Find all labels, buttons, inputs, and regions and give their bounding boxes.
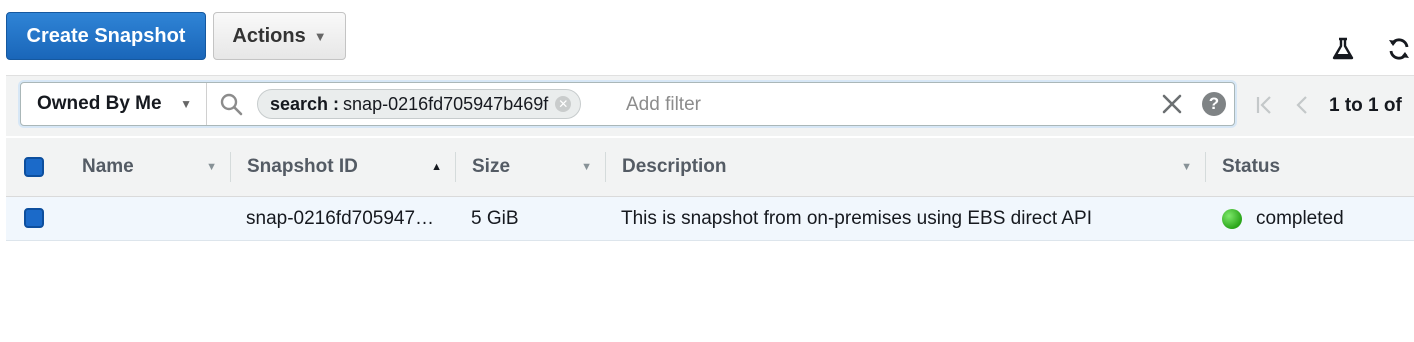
column-label: Status bbox=[1222, 156, 1281, 177]
cell-description: This is snapshot from on-premises using … bbox=[621, 207, 1092, 229]
token-value: snap-0216fd705947b469f bbox=[343, 93, 549, 114]
column-label: Description bbox=[622, 156, 727, 177]
search-icon bbox=[220, 93, 243, 116]
refresh-icon[interactable] bbox=[1386, 36, 1412, 62]
flask-icon[interactable] bbox=[1330, 36, 1356, 62]
chevron-down-icon: ▼ bbox=[313, 28, 327, 44]
chevron-down-icon: ▼ bbox=[180, 97, 192, 111]
table-row[interactable]: snap-0216fd705947… 5 GiB This is snapsho… bbox=[6, 197, 1414, 241]
owner-filter-dropdown[interactable]: Owned By Me ▼ bbox=[21, 83, 207, 125]
create-snapshot-button[interactable]: Create Snapshot bbox=[6, 12, 206, 60]
token-key: search : bbox=[270, 93, 340, 114]
column-header-size[interactable]: Size ▼ bbox=[456, 138, 606, 196]
sort-down-icon: ▼ bbox=[581, 161, 592, 173]
actions-dropdown-button[interactable]: Actions ▼ bbox=[213, 12, 346, 60]
column-header-name[interactable]: Name ▼ bbox=[66, 138, 231, 196]
status-completed-icon bbox=[1222, 208, 1242, 229]
row-checkbox[interactable] bbox=[24, 208, 44, 228]
remove-token-icon[interactable]: ✕ bbox=[555, 96, 572, 112]
sort-down-icon: ▼ bbox=[1181, 161, 1192, 173]
cell-status: completed bbox=[1222, 197, 1412, 240]
select-all-checkbox[interactable] bbox=[24, 157, 44, 177]
table-header: Name ▼ Snapshot ID ▲ Size ▼ Description … bbox=[6, 138, 1414, 197]
sort-down-icon: ▼ bbox=[206, 161, 217, 173]
cell-snapshot-id: snap-0216fd705947… bbox=[246, 207, 435, 229]
previous-page-icon[interactable] bbox=[1292, 95, 1312, 115]
search-filter-token[interactable]: search : snap-0216fd705947b469f ✕ bbox=[257, 89, 582, 119]
column-header-description[interactable]: Description ▼ bbox=[606, 138, 1206, 196]
actions-label: Actions bbox=[232, 24, 306, 47]
column-label: Name bbox=[82, 156, 134, 177]
column-label: Snapshot ID bbox=[247, 156, 358, 177]
cell-size: 5 GiB bbox=[471, 207, 519, 229]
cell-name bbox=[82, 197, 232, 240]
pagination-text: 1 to 1 of bbox=[1329, 95, 1402, 116]
filter-box: Owned By Me ▼ search : snap-0216fd705947… bbox=[20, 82, 1235, 126]
owner-filter-label: Owned By Me bbox=[37, 93, 162, 114]
column-header-status[interactable]: Status bbox=[1206, 138, 1414, 196]
status-text: completed bbox=[1256, 207, 1344, 229]
help-icon[interactable]: ? bbox=[1202, 92, 1226, 116]
clear-filter-icon[interactable] bbox=[1161, 93, 1183, 115]
column-label: Size bbox=[472, 156, 511, 177]
column-header-snapshot-id[interactable]: Snapshot ID ▲ bbox=[231, 138, 456, 196]
add-filter-input[interactable] bbox=[624, 90, 1148, 120]
first-page-icon[interactable] bbox=[1255, 95, 1275, 115]
sort-up-icon: ▲ bbox=[431, 161, 442, 173]
